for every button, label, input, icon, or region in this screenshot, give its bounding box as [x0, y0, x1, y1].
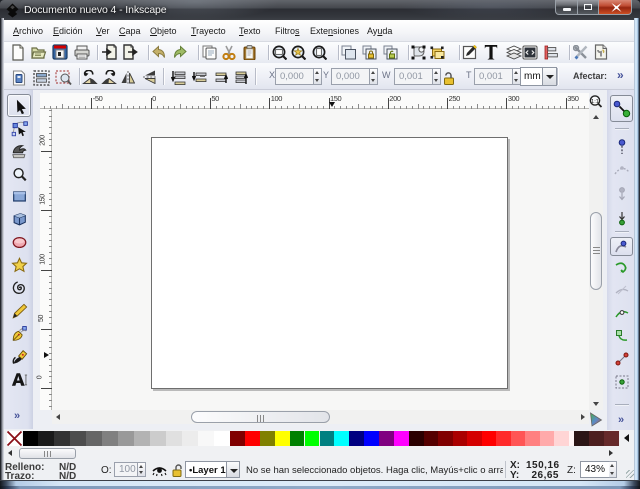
svg-text:1:1: 1:1: [591, 99, 599, 105]
